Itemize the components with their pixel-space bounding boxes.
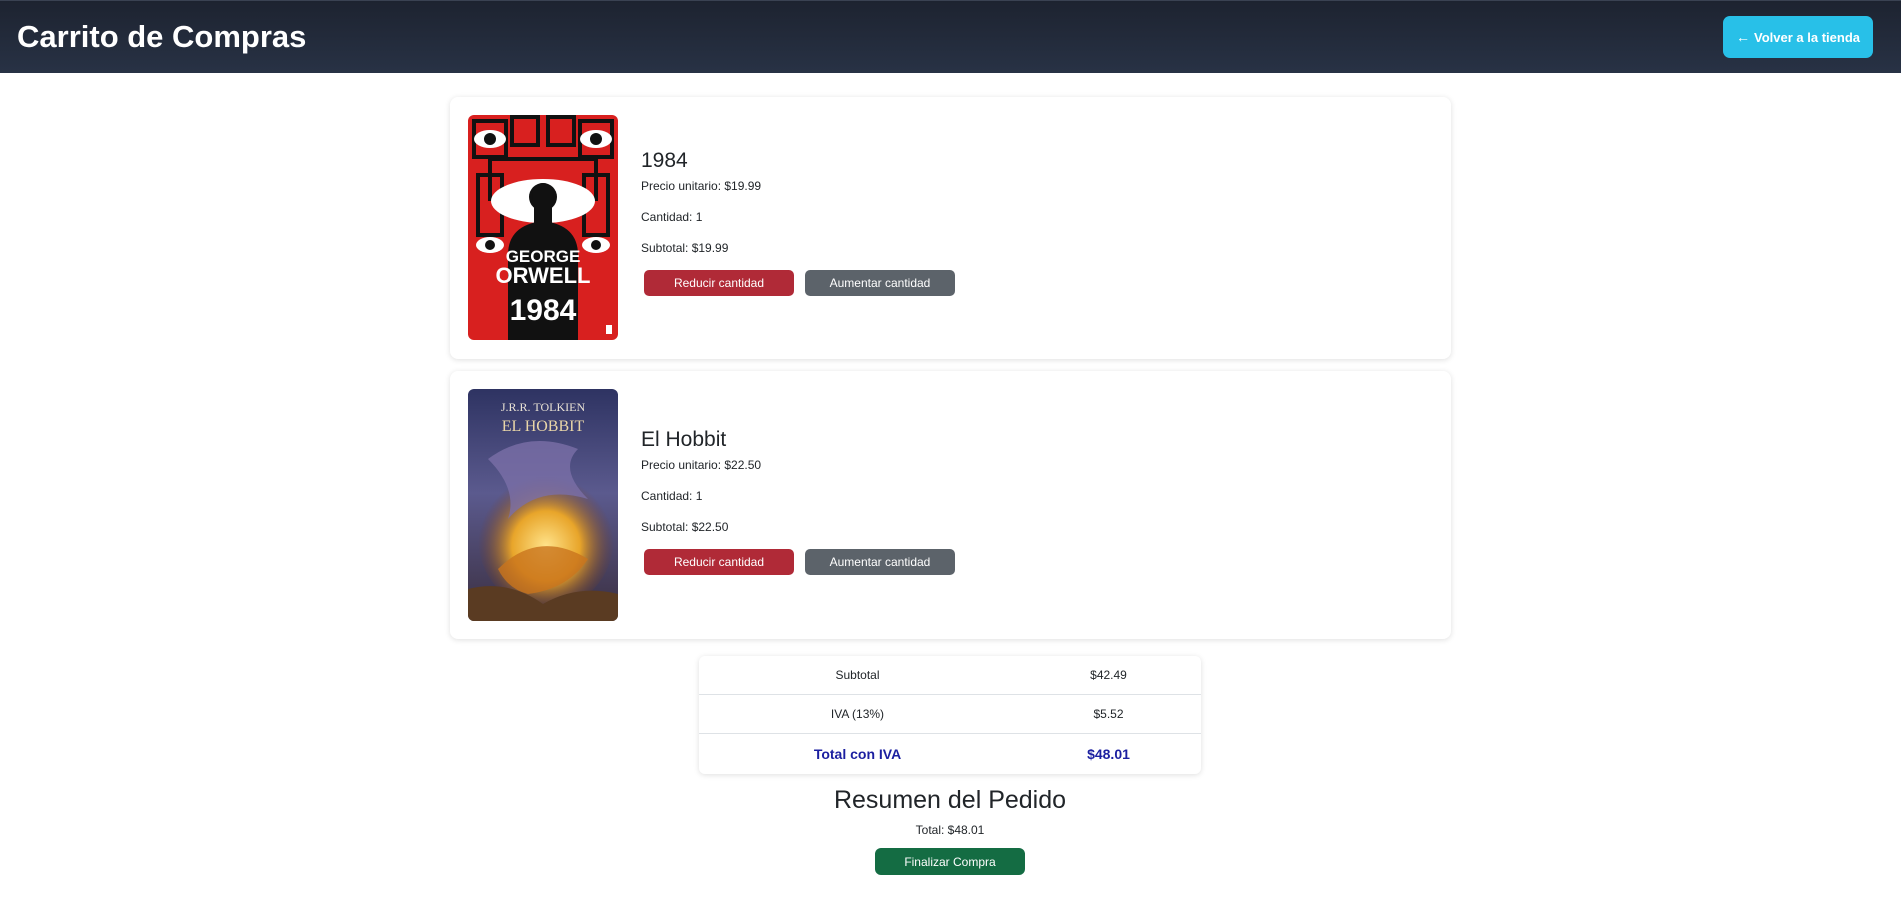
- item-info: 1984 Precio unitario: $19.99 Cantidad: 1…: [641, 149, 955, 296]
- table-row: IVA (13%) $5.52: [699, 694, 1201, 734]
- item-actions: Reducir cantidad Aumentar cantidad: [644, 270, 955, 296]
- back-to-store-button[interactable]: ← Volver a la tienda: [1723, 16, 1873, 58]
- table-row: Subtotal $42.49: [699, 656, 1201, 695]
- item-unit-price: Precio unitario: $22.50: [641, 458, 762, 472]
- book-cover-image: J.R.R. TOLKIEN EL HOBBIT: [468, 389, 618, 621]
- iva-label: IVA (13%): [699, 694, 1016, 734]
- total-with-iva-value: $48.01: [1087, 746, 1130, 762]
- cart-item-card: J.R.R. TOLKIEN EL HOBBIT El Hobbit Preci…: [450, 371, 1451, 639]
- cover-1984-artwork: GEORGE ORWELL 1984: [468, 115, 618, 340]
- iva-value: $5.52: [1016, 694, 1201, 734]
- page-title: Carrito de Compras: [17, 19, 307, 54]
- decrease-quantity-button[interactable]: Reducir cantidad: [644, 549, 794, 575]
- cover-author-line2: ORWELL: [496, 263, 591, 288]
- table-row: Total con IVA $48.01: [699, 734, 1201, 775]
- book-cover-image: GEORGE ORWELL 1984: [468, 115, 618, 340]
- subtotal-value: $42.49: [1016, 656, 1201, 695]
- cover-hobbit-artwork: J.R.R. TOLKIEN EL HOBBIT: [468, 389, 618, 621]
- totals-table: Subtotal $42.49 IVA (13%) $5.52 Total co…: [699, 656, 1201, 774]
- item-subtotal: Subtotal: $22.50: [641, 520, 729, 534]
- increase-quantity-button[interactable]: Aumentar cantidad: [805, 549, 955, 575]
- item-title: 1984: [641, 149, 688, 172]
- cover-title: EL HOBBIT: [502, 418, 585, 435]
- item-quantity: Cantidad: 1: [641, 210, 703, 224]
- item-quantity: Cantidad: 1: [641, 489, 703, 503]
- order-summary-heading: Resumen del Pedido: [833, 786, 1067, 814]
- cart-item-card: GEORGE ORWELL 1984 1984 Precio unitario:…: [450, 97, 1451, 359]
- finish-purchase-button[interactable]: Finalizar Compra: [875, 848, 1025, 875]
- item-unit-price: Precio unitario: $19.99: [641, 179, 762, 193]
- increase-quantity-button[interactable]: Aumentar cantidad: [805, 270, 955, 296]
- order-total: Total: $48.01: [915, 823, 985, 837]
- total-with-iva-label: Total con IVA: [813, 746, 902, 762]
- top-navbar: Carrito de Compras ← Volver a la tienda: [0, 0, 1901, 73]
- item-actions: Reducir cantidad Aumentar cantidad: [644, 549, 955, 575]
- subtotal-label: Subtotal: [699, 656, 1016, 695]
- order-summary: Resumen del Pedido Total: $48.01 Finaliz…: [699, 786, 1201, 875]
- back-to-store-label: Volver a la tienda: [1754, 29, 1860, 45]
- decrease-quantity-button[interactable]: Reducir cantidad: [644, 270, 794, 296]
- arrow-left-icon: ←: [1736, 29, 1751, 45]
- item-subtotal: Subtotal: $19.99: [641, 241, 729, 255]
- cover-title: 1984: [510, 294, 577, 327]
- cover-author: J.R.R. TOLKIEN: [501, 400, 586, 414]
- item-title: El Hobbit: [641, 428, 727, 451]
- item-info: El Hobbit Precio unitario: $22.50 Cantid…: [641, 428, 955, 575]
